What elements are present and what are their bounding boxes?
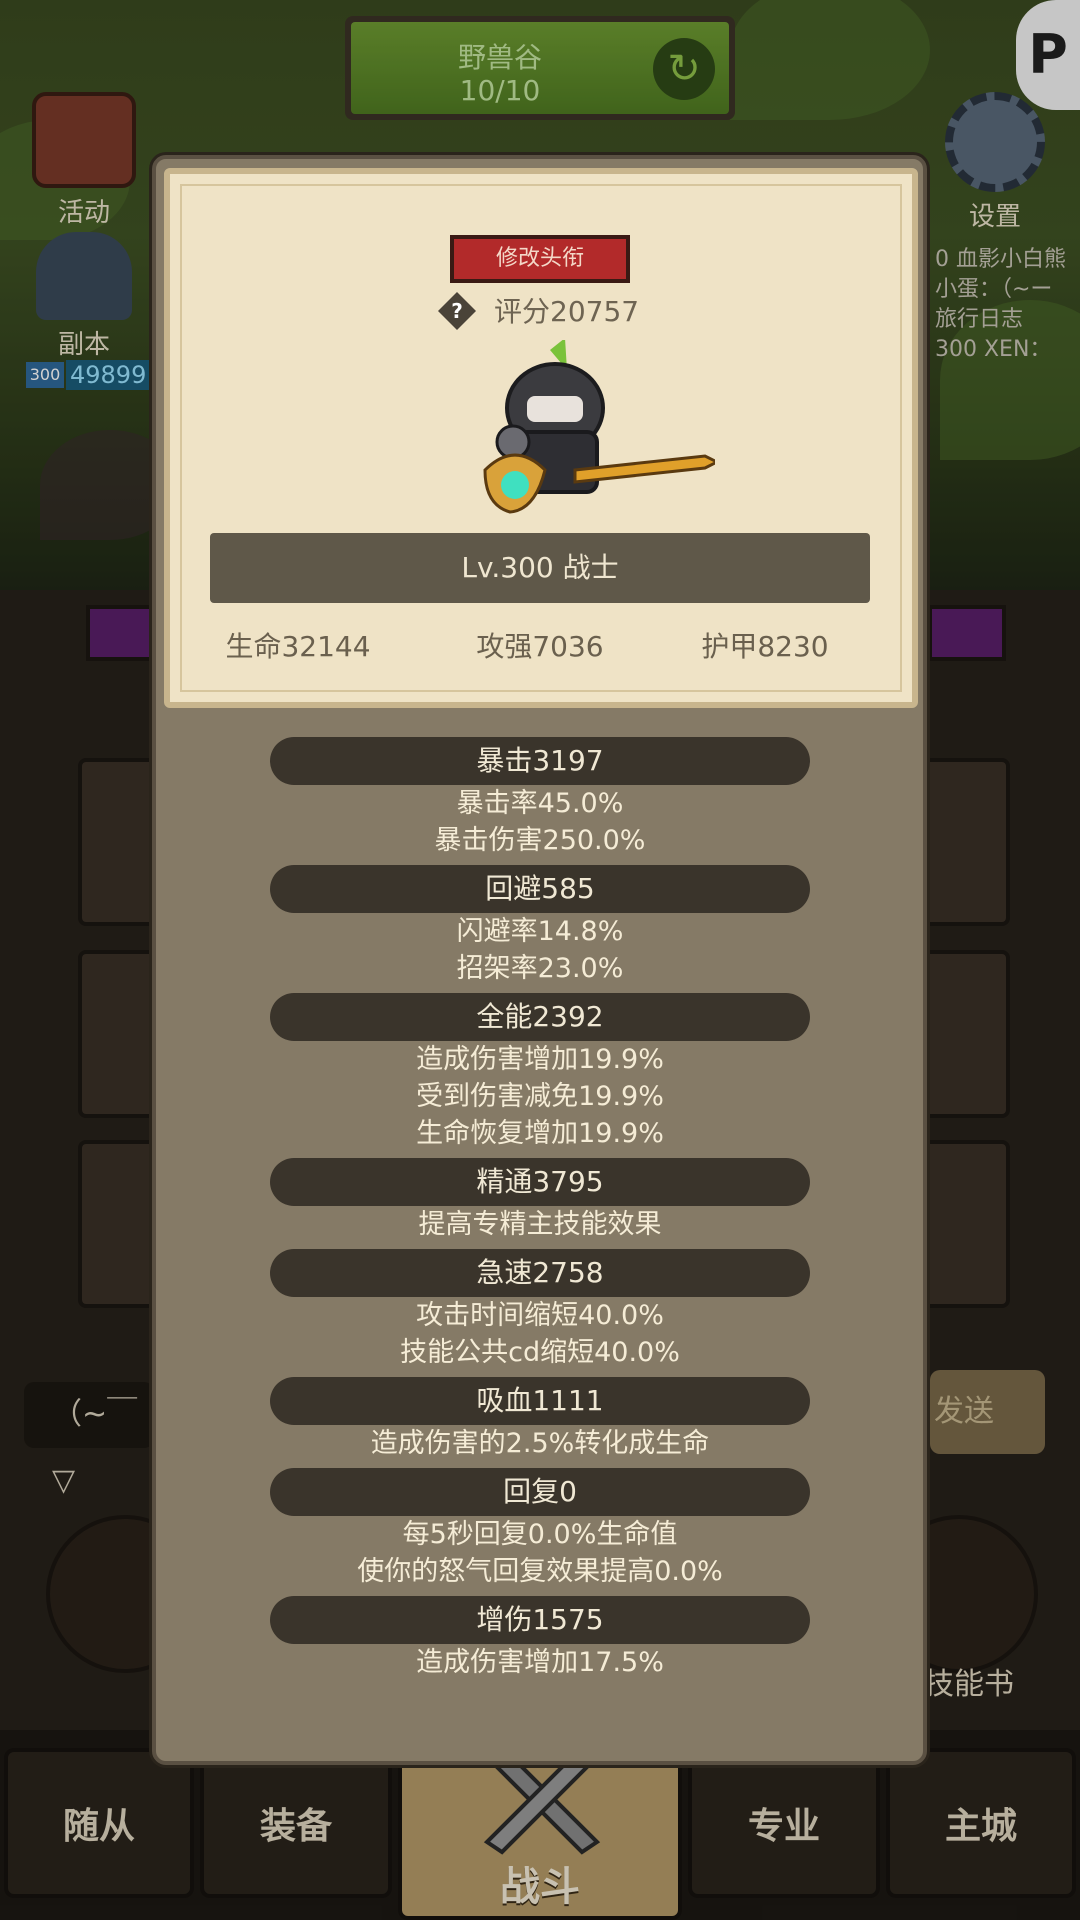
stat-detail: 暴击率45.0% — [456, 788, 624, 819]
stat-armor: 护甲8230 — [701, 630, 829, 663]
stat-detail: 使你的怒气回复效果提高0.0% — [357, 1556, 723, 1587]
level-class-label: Lv.300 战士 — [210, 533, 870, 603]
stat-detail: 造成伤害增加19.9% — [416, 1044, 664, 1075]
stat-detail: 暴击伤害250.0% — [434, 825, 646, 856]
stat-header-haste: 急速2758 — [270, 1249, 810, 1297]
stat-detail: 招架率23.0% — [456, 953, 624, 984]
help-icon[interactable]: ? — [437, 291, 477, 331]
stat-header-damage-bonus: 增伤1575 — [270, 1596, 810, 1644]
stat-detail: 闪避率14.8% — [456, 916, 624, 947]
stat-detail: 造成伤害的2.5%转化成生命 — [370, 1428, 710, 1459]
stat-detail: 造成伤害增加17.5% — [416, 1647, 664, 1678]
stat-header-versatility: 全能2392 — [270, 993, 810, 1041]
stat-health: 生命32144 — [225, 630, 371, 663]
stat-attack-power: 攻强7036 — [476, 630, 604, 663]
stat-detail: 每5秒回复0.0%生命值 — [402, 1519, 678, 1550]
hero-sprite — [483, 340, 715, 514]
stat-header-mastery: 精通3795 — [270, 1158, 810, 1206]
stat-detail: 提高专精主技能效果 — [418, 1209, 662, 1240]
stat-header-regen: 回复0 — [270, 1468, 810, 1516]
stat-detail: 攻击时间缩短40.0% — [416, 1300, 664, 1331]
stat-header-crit: 暴击3197 — [270, 737, 810, 785]
stat-header-lifesteal: 吸血1111 — [270, 1377, 810, 1425]
svg-text:?: ? — [451, 299, 463, 323]
stat-header-avoidance: 回避585 — [270, 865, 810, 913]
stat-detail: 技能公共cd缩短40.0% — [400, 1337, 680, 1368]
stat-detail: 生命恢复增加19.9% — [416, 1118, 664, 1149]
stat-detail: 受到伤害减免19.9% — [416, 1081, 664, 1112]
score-label: 评分20757 — [494, 295, 640, 328]
rename-title-button[interactable]: 修改头衔 — [450, 235, 630, 283]
